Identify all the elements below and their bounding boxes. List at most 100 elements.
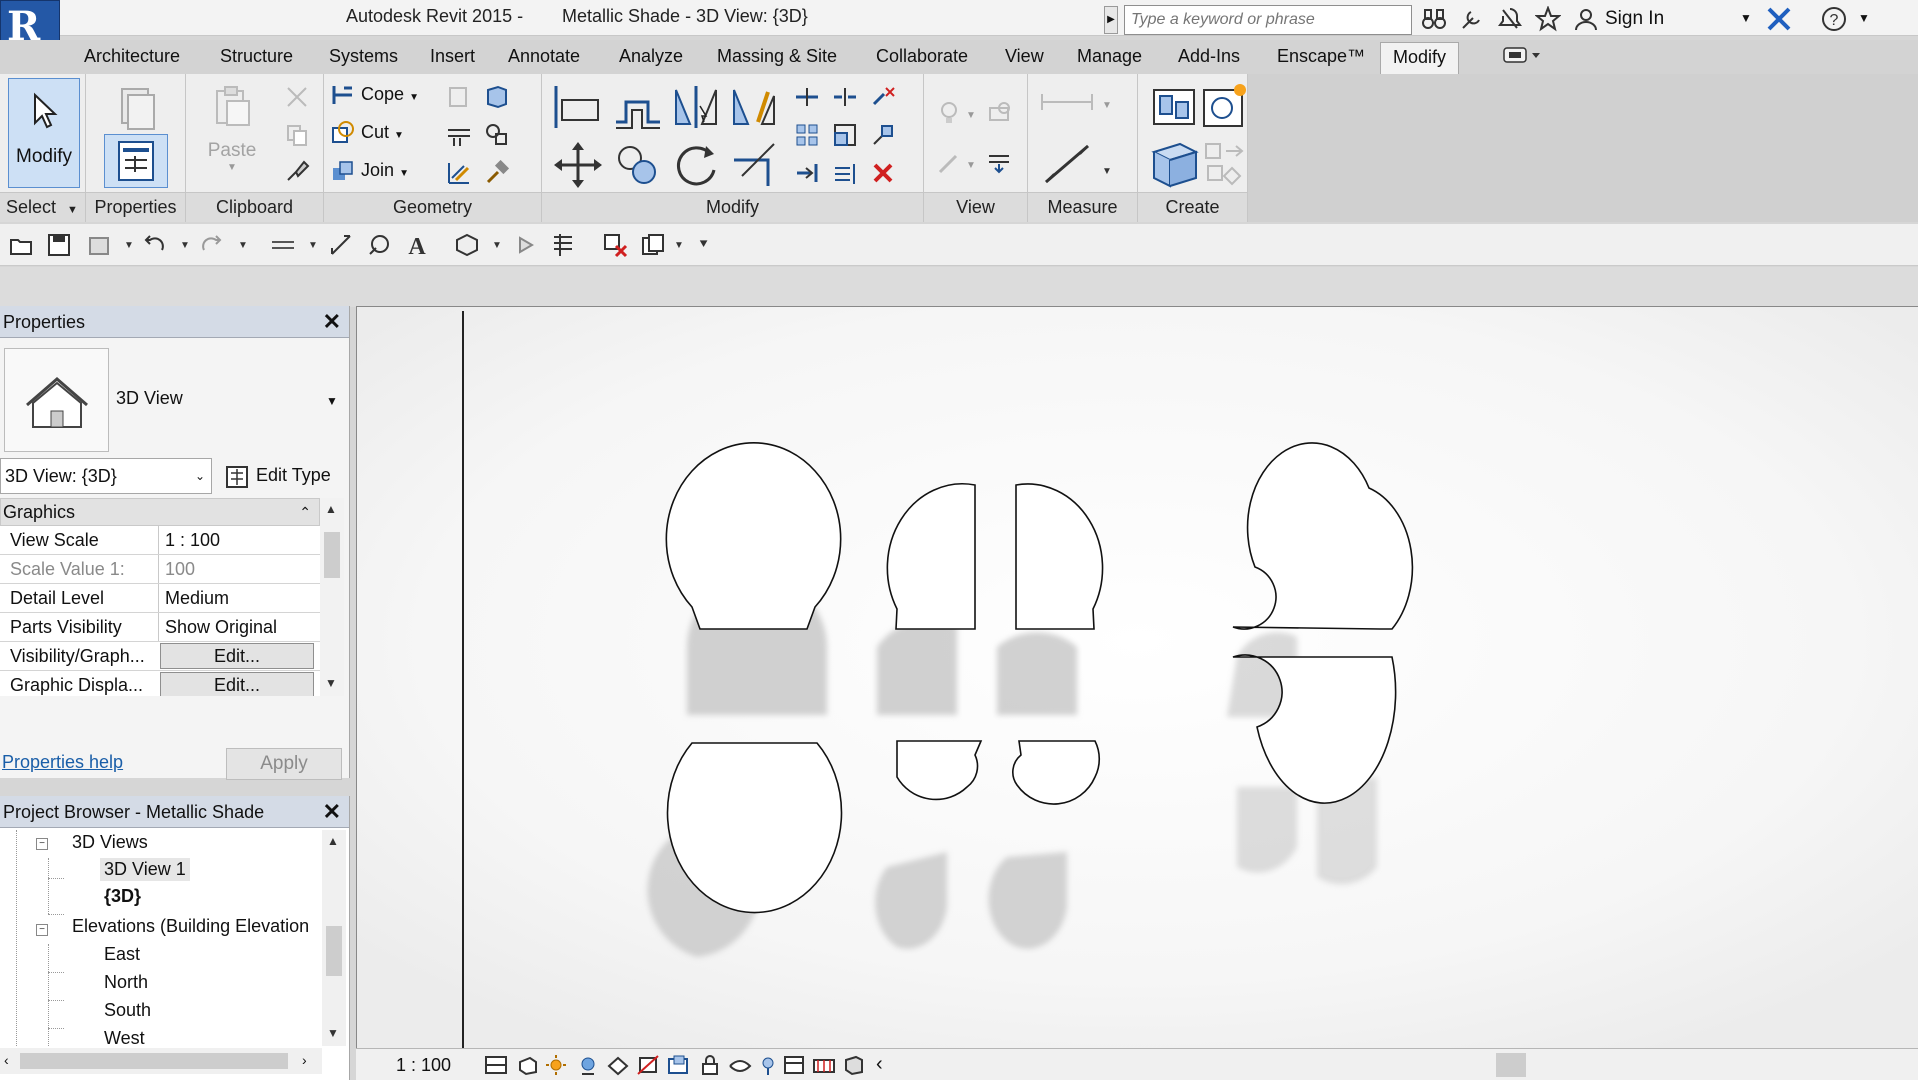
scroll-down-icon[interactable]: ▼	[325, 676, 337, 690]
canvas-scroll-thumb[interactable]	[1496, 1053, 1526, 1077]
synchronize-icon[interactable]	[86, 232, 112, 258]
tab-add-ins[interactable]: Add-Ins	[1178, 46, 1240, 67]
align-icon[interactable]	[552, 82, 604, 132]
reveal-hidden-icon[interactable]	[756, 1054, 780, 1076]
chevron-down-icon[interactable]: ▼	[238, 240, 248, 251]
property-edit-button[interactable]: Edit...	[160, 643, 314, 669]
trim-extend-icon[interactable]	[728, 140, 780, 190]
model-view[interactable]	[357, 307, 1918, 1048]
search-expand-arrow[interactable]: ▶	[1104, 6, 1118, 34]
subscription-icon[interactable]	[1458, 6, 1486, 32]
type-name[interactable]: 3D View	[116, 388, 183, 409]
help-icon[interactable]: ?	[1820, 6, 1848, 32]
tree-node-3d-view-1[interactable]: 3D View 1	[100, 858, 190, 881]
trim-multiple-icon[interactable]	[832, 160, 858, 186]
close-icon[interactable]: ✕	[323, 306, 341, 338]
scroll-right-icon[interactable]: ›	[302, 1052, 307, 1068]
apply-button[interactable]: Apply	[226, 748, 342, 780]
tree-node-north[interactable]: North	[104, 972, 148, 993]
tab-collaborate[interactable]: Collaborate	[876, 46, 968, 67]
chevron-down-icon[interactable]: ▼	[674, 240, 684, 251]
scroll-thumb[interactable]	[326, 926, 342, 976]
properties-scrollbar[interactable]: ▲ ▼	[320, 498, 344, 696]
customize-qat-icon[interactable]: ⯆	[698, 236, 709, 253]
scroll-left-icon[interactable]: ‹	[876, 1053, 883, 1076]
demolish-icon[interactable]	[484, 122, 510, 148]
scale-icon[interactable]	[832, 122, 858, 148]
select-panel-label[interactable]: Select ▼	[0, 192, 85, 222]
view-scale[interactable]: 1 : 100	[396, 1055, 451, 1076]
tab-massing-site[interactable]: Massing & Site	[717, 46, 837, 67]
shadows-icon[interactable]	[576, 1054, 600, 1076]
tree-node-east[interactable]: East	[104, 944, 140, 965]
switch-windows-icon[interactable]	[640, 232, 666, 258]
tab-structure[interactable]: Structure	[220, 46, 293, 67]
tab-architecture[interactable]: Architecture	[84, 46, 180, 67]
tab-modify[interactable]: Modify	[1380, 42, 1460, 74]
tab-view[interactable]: View	[1005, 46, 1044, 67]
collapse-node-icon[interactable]: −	[36, 838, 48, 850]
communication-center-icon[interactable]	[1496, 6, 1524, 32]
tab-manage[interactable]: Manage	[1077, 46, 1142, 67]
wall-joins-icon[interactable]	[484, 84, 510, 110]
chevron-down-icon[interactable]: ▼	[180, 240, 190, 251]
section-icon[interactable]	[512, 232, 538, 258]
scroll-thumb[interactable]	[324, 532, 340, 578]
property-edit-button[interactable]: Edit...	[160, 672, 314, 696]
tree-node-3d-views[interactable]: 3D Views	[72, 832, 148, 853]
help-dropdown-icon[interactable]: ▼	[1858, 11, 1870, 25]
open-folder-icon[interactable]	[8, 232, 34, 258]
tab-insert[interactable]: Insert	[430, 46, 475, 67]
browser-vertical-scrollbar[interactable]: ▲ ▼	[322, 830, 346, 1046]
scroll-up-icon[interactable]: ▲	[325, 502, 337, 516]
property-value[interactable]: Show Original	[158, 613, 320, 641]
move-icon[interactable]	[552, 140, 604, 190]
properties-toggle-button[interactable]	[104, 134, 168, 188]
split-element-icon[interactable]	[794, 84, 820, 110]
rotate-icon[interactable]	[670, 140, 722, 190]
property-value[interactable]: 1 : 100	[158, 526, 320, 554]
tab-enscape[interactable]: Enscape™	[1277, 46, 1365, 67]
binoculars-icon[interactable]	[1420, 6, 1448, 32]
default-3d-view-icon[interactable]	[454, 232, 480, 258]
scroll-up-icon[interactable]: ▲	[327, 834, 339, 848]
close-hidden-windows-icon[interactable]	[602, 232, 628, 258]
linework-icon[interactable]	[936, 150, 962, 176]
tab-systems[interactable]: Systems	[329, 46, 398, 67]
chevron-down-icon[interactable]: ▼	[308, 240, 318, 251]
collapse-node-icon[interactable]: −	[36, 924, 48, 936]
property-value[interactable]: 100	[158, 555, 320, 583]
undo-icon[interactable]	[142, 232, 168, 258]
cope-button[interactable]: Cope ▼	[330, 82, 419, 108]
lightbulb-icon[interactable]	[936, 100, 962, 126]
visual-style-icon[interactable]	[516, 1054, 540, 1076]
print-icon[interactable]	[270, 232, 296, 258]
modify-tool-button[interactable]: Modify	[8, 78, 80, 188]
cut-geometry-button[interactable]: Cut ▼	[330, 120, 404, 146]
split-with-gap-icon[interactable]	[832, 84, 858, 110]
match-type-brush-icon[interactable]	[284, 158, 310, 184]
graphics-section-header[interactable]: Graphics ⌃	[0, 498, 320, 526]
aligned-dimension-qat-icon[interactable]	[328, 232, 354, 258]
create-assembly-icon[interactable]	[1150, 84, 1198, 130]
text-icon[interactable]: A	[404, 232, 430, 258]
scroll-down-icon[interactable]: ▼	[327, 1026, 339, 1040]
properties-help-link[interactable]: Properties help	[2, 752, 123, 773]
temporary-hide-icon[interactable]	[728, 1054, 752, 1076]
aligned-dimension-icon[interactable]	[1038, 138, 1096, 188]
pin-icon[interactable]	[870, 122, 896, 148]
redo-icon[interactable]	[198, 232, 224, 258]
paste-button[interactable]: Paste ▼	[200, 82, 264, 182]
tree-node-south[interactable]: South	[104, 1000, 151, 1021]
search-input[interactable]	[1124, 5, 1412, 35]
create-parts-icon[interactable]	[1200, 82, 1248, 130]
mirror-pick-axis-icon[interactable]	[670, 82, 722, 132]
hide-elements-icon[interactable]	[986, 150, 1012, 176]
crop-view-icon[interactable]	[636, 1054, 660, 1076]
chevron-down-icon[interactable]: ▼	[124, 240, 134, 251]
type-properties-button[interactable]	[112, 84, 162, 130]
tab-annotate[interactable]: Annotate	[508, 46, 580, 67]
cut-scissors-icon[interactable]	[284, 84, 310, 110]
exchange-apps-icon[interactable]	[1765, 6, 1793, 32]
copy-icon[interactable]	[284, 122, 310, 148]
